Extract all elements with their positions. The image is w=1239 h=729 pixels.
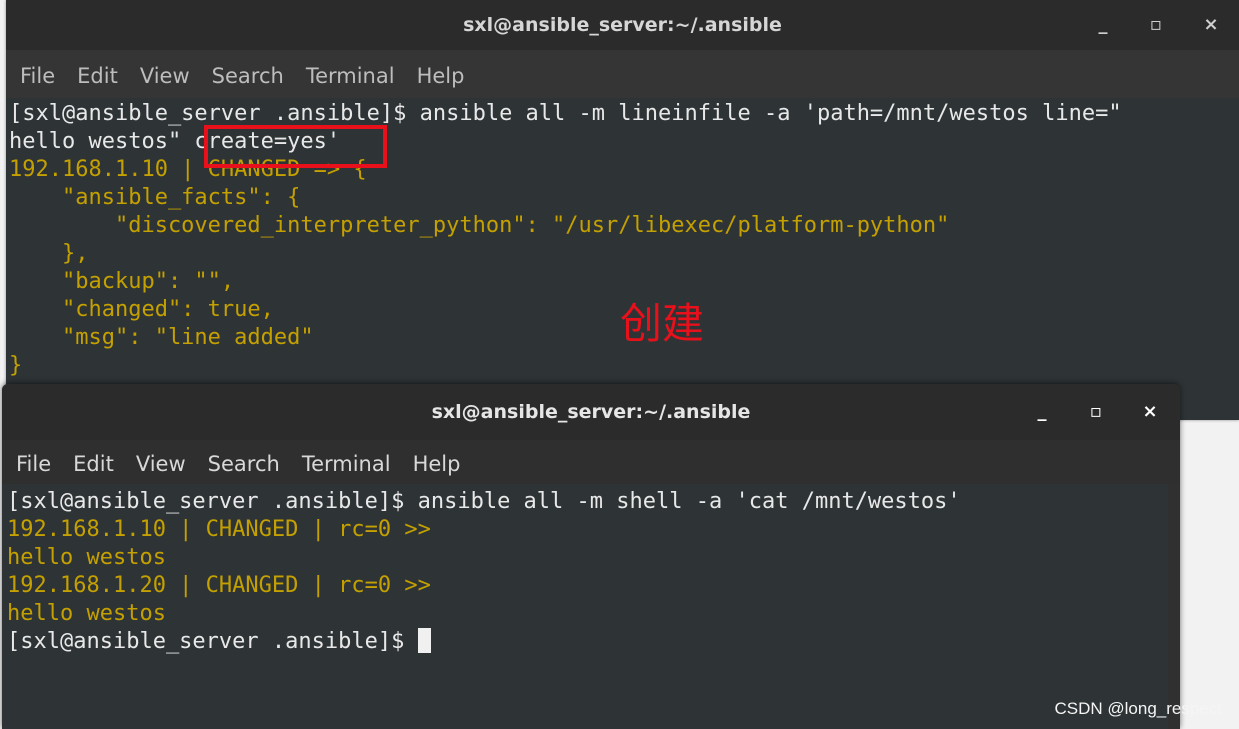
terminal-line: [sxl@ansible_server .ansible]$ — [7, 628, 1180, 656]
titlebar[interactable]: sxl@ansible_server:~/.ansible _ ▫ × — [6, 0, 1239, 50]
terminal-line-text: "backup": "", — [9, 269, 235, 294]
terminal-line-text: 192.168.1.10 | CHANGED | rc=0 >> — [7, 517, 431, 542]
terminal-window-back[interactable]: sxl@ansible_server:~/.ansible _ ▫ × File… — [6, 0, 1239, 420]
terminal-output[interactable]: [sxl@ansible_server .ansible]$ ansible a… — [7, 488, 1180, 729]
terminal-line: hello westos — [7, 600, 1180, 628]
terminal-line: "ansible_facts": { — [9, 184, 1239, 212]
menu-terminal[interactable]: Terminal — [302, 440, 391, 488]
terminal-line: }, — [9, 240, 1239, 268]
terminal-line-text: "changed": true, — [9, 297, 274, 322]
terminal-line-text: "discovered_interpreter_python": "/usr/l… — [9, 213, 950, 238]
maximize-button[interactable]: ▫ — [1076, 384, 1116, 440]
menu-search[interactable]: Search — [212, 50, 284, 102]
menu-edit[interactable]: Edit — [77, 50, 118, 102]
minimize-button[interactable]: _ — [1083, 0, 1123, 50]
terminal-line: hello westos — [7, 544, 1180, 572]
scrollbar[interactable] — [1168, 484, 1180, 729]
terminal-line: 192.168.1.10 | CHANGED => { — [9, 156, 1239, 184]
terminal-line-text: "msg": "line added" — [9, 325, 314, 350]
menu-terminal[interactable]: Terminal — [306, 50, 395, 102]
terminal-line-text: } — [9, 353, 23, 378]
terminal-line-text: }, — [9, 241, 89, 266]
menu-view[interactable]: View — [140, 50, 190, 102]
menu-edit[interactable]: Edit — [73, 440, 114, 488]
terminal-line: } — [9, 352, 1239, 380]
menu-file[interactable]: File — [16, 440, 51, 488]
terminal-line: "discovered_interpreter_python": "/usr/l… — [9, 212, 1239, 240]
menu-file[interactable]: File — [20, 50, 55, 102]
terminal-window-front[interactable]: sxl@ansible_server:~/.ansible _ ▫ × File… — [2, 384, 1180, 729]
terminal-line: hello westos" create=yes' — [9, 128, 1239, 156]
window-title: sxl@ansible_server:~/.ansible — [463, 14, 782, 36]
minimize-button[interactable]: _ — [1022, 384, 1062, 440]
watermark: CSDN @long_respect — [1054, 699, 1223, 718]
terminal-line: [sxl@ansible_server .ansible]$ ansible a… — [7, 488, 1180, 516]
titlebar[interactable]: sxl@ansible_server:~/.ansible _ ▫ × — [2, 384, 1180, 440]
window-title: sxl@ansible_server:~/.ansible — [431, 401, 751, 423]
menu-help[interactable]: Help — [413, 440, 461, 488]
menubar: File Edit View Search Terminal Help — [6, 50, 1239, 98]
maximize-button[interactable]: ▫ — [1136, 0, 1176, 50]
menu-help[interactable]: Help — [417, 50, 465, 102]
close-button[interactable]: × — [1191, 0, 1231, 50]
close-button[interactable]: × — [1130, 384, 1170, 440]
highlight-box — [204, 125, 387, 168]
terminal-line: [sxl@ansible_server .ansible]$ ansible a… — [9, 100, 1239, 128]
text-cursor — [417, 628, 431, 653]
terminal-line-text: [sxl@ansible_server .ansible]$ — [7, 629, 418, 654]
terminal-output[interactable]: [sxl@ansible_server .ansible]$ ansible a… — [9, 100, 1239, 420]
terminal-line: 192.168.1.20 | CHANGED | rc=0 >> — [7, 572, 1180, 600]
terminal-line-text: hello westos — [7, 601, 166, 626]
terminal-line-text: "ansible_facts": { — [9, 185, 301, 210]
menu-search[interactable]: Search — [208, 440, 280, 488]
menu-view[interactable]: View — [136, 440, 186, 488]
terminal-line-text: [sxl@ansible_server .ansible]$ ansible a… — [9, 101, 1122, 126]
annotation-label: 创建 — [620, 299, 705, 348]
menubar: File Edit View Search Terminal Help — [2, 440, 1180, 484]
terminal-line: 192.168.1.10 | CHANGED | rc=0 >> — [7, 516, 1180, 544]
terminal-line-text: 192.168.1.20 | CHANGED | rc=0 >> — [7, 573, 431, 598]
terminal-line-text: hello westos — [7, 545, 166, 570]
terminal-line-text: [sxl@ansible_server .ansible]$ ansible a… — [7, 489, 961, 514]
